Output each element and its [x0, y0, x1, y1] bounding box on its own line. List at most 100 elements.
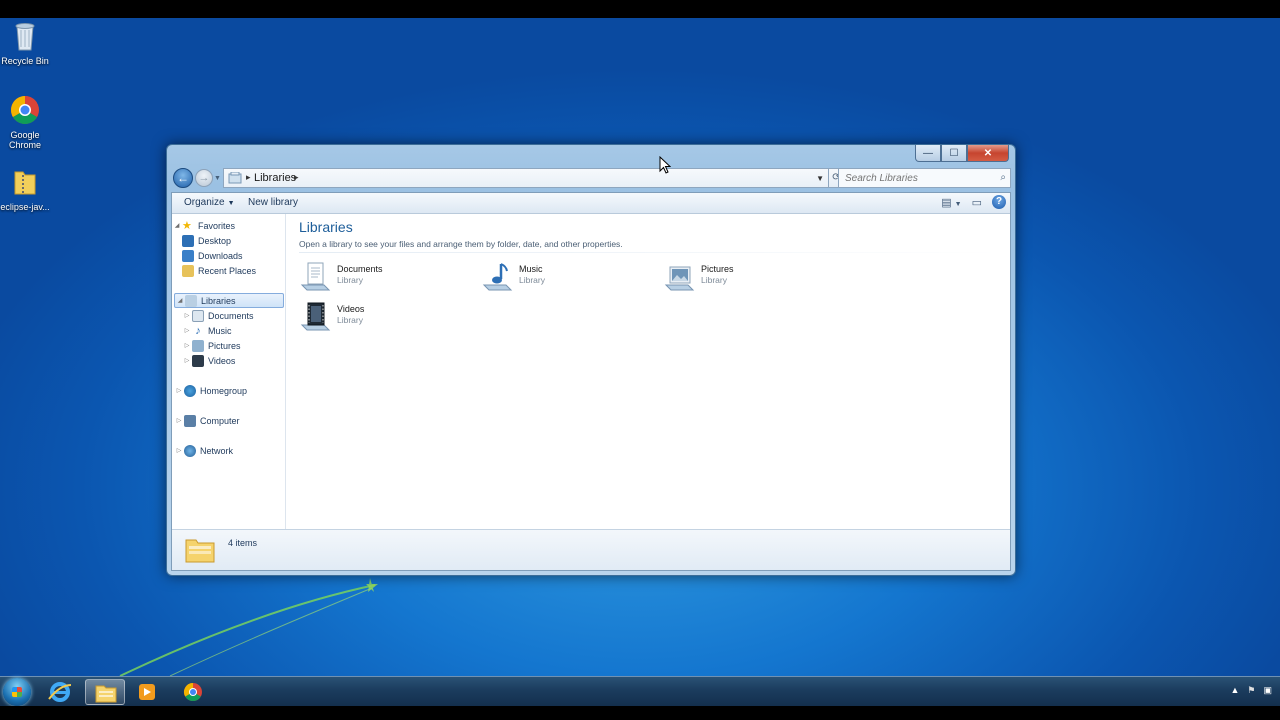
internet-explorer-icon	[48, 682, 72, 702]
videos-library-icon	[300, 302, 331, 331]
music-icon: ♪	[195, 324, 201, 337]
breadcrumb-separator-icon[interactable]: ▸	[246, 172, 251, 183]
zip-folder-icon	[14, 171, 36, 195]
nav-item-music[interactable]: ▷ ♪ Music	[182, 323, 232, 338]
nav-computer[interactable]: ▷ Computer	[174, 413, 240, 428]
nav-item-recent-places[interactable]: Recent Places	[182, 263, 256, 278]
maximize-button[interactable]: ☐	[941, 145, 967, 162]
expanded-arrow-icon[interactable]: ◢	[175, 297, 185, 304]
change-view-icon[interactable]: ▤ ▼	[941, 196, 961, 209]
help-icon[interactable]: ?	[992, 195, 1006, 209]
documents-icon	[192, 309, 204, 322]
nav-item-desktop[interactable]: Desktop	[182, 233, 231, 248]
collapsed-arrow-icon[interactable]: ▷	[174, 417, 184, 424]
minimize-button[interactable]: —	[915, 145, 941, 162]
content-pane: Libraries Open a library to see your fil…	[286, 214, 1010, 530]
nav-favorites-label: Favorites	[198, 220, 236, 231]
new-library-button[interactable]: New library	[248, 197, 298, 208]
library-type: Library	[701, 275, 727, 285]
search-box[interactable]: ⌕	[838, 168, 1011, 188]
nav-network[interactable]: ▷ Network	[174, 443, 233, 458]
command-bar: Organize ▼ New library ▤ ▼ ▭ ?	[172, 193, 1010, 214]
desktop-icon-eclipse[interactable]: eclipse-jav...	[0, 166, 50, 212]
downloads-icon	[182, 249, 194, 262]
nav-item-label: Documents	[208, 310, 254, 321]
recent-pages-dropdown[interactable]: ▼	[214, 175, 221, 182]
address-bar[interactable]: ▸ Libraries ▸ ▼	[223, 168, 829, 188]
expanded-arrow-icon[interactable]: ◢	[172, 222, 182, 229]
library-item-pictures[interactable]: Pictures Library	[663, 258, 823, 294]
nav-libraries-label: Libraries	[201, 295, 236, 306]
network-tray-icon[interactable]: ▣	[1263, 685, 1272, 696]
libraries-icon	[228, 172, 242, 184]
recent-places-icon	[182, 264, 194, 277]
library-item-documents[interactable]: Documents Library	[299, 258, 459, 294]
organize-button[interactable]: Organize ▼	[184, 197, 235, 208]
explorer-window[interactable]: — ☐ ✕ ← → ▼ ▸ Libraries ▸ ▼ ⟳ ⌕ Organize…	[166, 144, 1016, 576]
breadcrumb-separator-icon[interactable]: ▸	[294, 172, 299, 183]
nav-item-label: Downloads	[198, 250, 243, 261]
nav-item-label: Desktop	[198, 235, 232, 246]
desktop-icon-recycle-bin[interactable]: Recycle Bin	[0, 20, 50, 66]
back-button[interactable]: ←	[173, 168, 193, 188]
breadcrumb-libraries[interactable]: Libraries	[254, 172, 296, 184]
desktop-icon-label: eclipse-jav...	[0, 202, 50, 212]
collapsed-arrow-icon[interactable]: ▷	[182, 312, 192, 319]
nav-item-label: Music	[208, 325, 232, 336]
desktop-icon-label: Recycle Bin	[1, 56, 49, 66]
forward-button[interactable]: →	[195, 169, 213, 187]
nav-homegroup[interactable]: ▷ Homegroup	[174, 383, 247, 398]
collapsed-arrow-icon[interactable]: ▷	[182, 342, 192, 349]
system-tray: ▲ ⚑ ▣	[1230, 685, 1272, 696]
nav-favorites[interactable]: ◢ ★ Favorites	[172, 218, 235, 233]
nav-item-label: Videos	[208, 355, 236, 366]
taskbar-google-chrome[interactable]	[173, 679, 213, 705]
preview-pane-icon[interactable]: ▭	[972, 196, 982, 209]
taskbar-windows-explorer[interactable]	[85, 679, 125, 705]
documents-library-icon	[300, 262, 331, 291]
nav-item-documents[interactable]: ▷ Documents	[182, 308, 254, 323]
library-type: Library	[337, 315, 363, 325]
search-icon: ⌕	[1000, 172, 1006, 183]
library-name: Videos	[337, 304, 365, 314]
star-icon: ★	[182, 219, 192, 232]
caption-buttons: — ☐ ✕	[915, 145, 1009, 163]
address-dropdown-icon[interactable]: ▼	[816, 174, 824, 183]
action-center-flag-icon[interactable]: ⚑	[1247, 685, 1255, 696]
desktop-icon-google-chrome[interactable]: Google Chrome	[0, 94, 50, 150]
desktop-icon	[182, 234, 194, 247]
nav-network-label: Network	[200, 445, 234, 456]
collapsed-arrow-icon[interactable]: ▷	[182, 327, 192, 334]
recycle-bin-icon	[15, 23, 35, 51]
collapsed-arrow-icon[interactable]: ▷	[174, 447, 184, 454]
collapsed-arrow-icon[interactable]: ▷	[182, 357, 192, 364]
taskbar: ▲ ⚑ ▣	[0, 676, 1280, 706]
taskbar-windows-media-player[interactable]	[127, 679, 167, 705]
details-pane: 4 items	[172, 529, 1010, 570]
organize-label: Organize	[184, 197, 225, 208]
start-button[interactable]	[3, 678, 31, 706]
nav-computer-label: Computer	[200, 415, 240, 426]
page-subtitle: Open a library to see your files and arr…	[299, 239, 623, 249]
nav-libraries[interactable]: ◢ Libraries	[174, 293, 284, 308]
navigation-pane: ◢ ★ Favorites Desktop Downloads Recent P…	[172, 214, 286, 530]
taskbar-internet-explorer[interactable]	[40, 679, 80, 705]
pictures-icon	[192, 339, 204, 352]
nav-item-downloads[interactable]: Downloads	[182, 248, 243, 263]
show-hidden-icons-icon[interactable]: ▲	[1230, 685, 1239, 696]
library-item-music[interactable]: Music Library	[481, 258, 641, 294]
item-count: 4 items	[228, 538, 258, 548]
library-item-videos[interactable]: Videos Library	[299, 298, 459, 334]
chevron-down-icon: ▼	[227, 200, 235, 207]
nav-item-pictures[interactable]: ▷ Pictures	[182, 338, 241, 353]
libraries-icon	[185, 294, 197, 307]
nav-homegroup-label: Homegroup	[200, 385, 248, 396]
close-button[interactable]: ✕	[967, 145, 1009, 162]
mouse-cursor-icon	[659, 156, 671, 174]
nav-item-videos[interactable]: ▷ Videos	[182, 353, 235, 368]
library-name: Pictures	[701, 264, 734, 274]
page-title: Libraries	[299, 219, 353, 235]
divider	[299, 252, 1000, 253]
search-input[interactable]	[839, 169, 995, 187]
collapsed-arrow-icon[interactable]: ▷	[174, 387, 184, 394]
